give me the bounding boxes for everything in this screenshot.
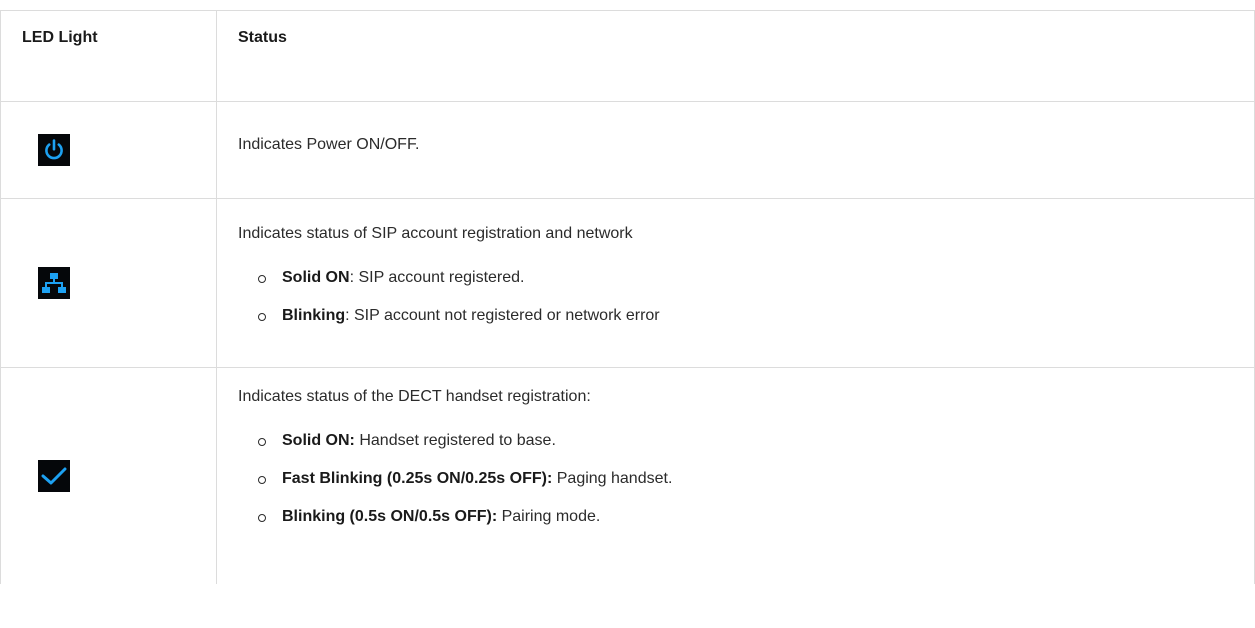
led-icon-cell <box>0 101 217 199</box>
state-label: Fast Blinking (0.25s ON/0.25s OFF): <box>282 470 553 487</box>
state-text: Handset registered to base. <box>354 432 556 449</box>
power-icon <box>38 134 70 166</box>
led-icon-cell <box>0 198 217 368</box>
led-status-table: LED Light Status Indicates Power ON/OFF. <box>0 10 1255 584</box>
state-text: : SIP account registered. <box>349 269 525 286</box>
state-text: Paging handset. <box>552 470 673 487</box>
status-description: Indicates Power ON/OFF. <box>238 136 420 153</box>
table-row: Indicates status of SIP account registra… <box>0 198 1255 368</box>
table-row: Indicates Power ON/OFF. <box>0 101 1255 199</box>
status-cell: Indicates Power ON/OFF. <box>216 101 1255 199</box>
table-header-row: LED Light Status <box>0 10 1255 102</box>
state-label: Blinking <box>282 307 346 324</box>
state-list: Solid ON: Handset registered to base. Fa… <box>238 430 1238 528</box>
status-cell: Indicates status of the DECT handset reg… <box>216 367 1255 584</box>
state-text: Pairing mode. <box>497 508 601 525</box>
table-row: Indicates status of the DECT handset reg… <box>0 367 1255 584</box>
status-cell: Indicates status of SIP account registra… <box>216 198 1255 368</box>
list-item: Solid ON: SIP account registered. <box>258 267 1238 289</box>
led-icon-cell <box>0 367 217 584</box>
state-list: Solid ON: SIP account registered. Blinki… <box>238 267 1238 327</box>
list-item: Blinking: SIP account not registered or … <box>258 305 1238 327</box>
state-label: Blinking (0.5s ON/0.5s OFF): <box>282 508 498 525</box>
checkmark-icon <box>38 460 70 492</box>
status-description: Indicates status of the DECT handset reg… <box>238 388 591 405</box>
state-text: : SIP account not registered or network … <box>345 307 660 324</box>
state-label: Solid ON <box>282 269 350 286</box>
status-description: Indicates status of SIP account registra… <box>238 225 633 242</box>
list-item: Blinking (0.5s ON/0.5s OFF): Pairing mod… <box>258 506 1238 528</box>
network-icon <box>38 267 70 299</box>
header-status: Status <box>216 10 1255 102</box>
state-label: Solid ON: <box>282 432 355 449</box>
list-item: Fast Blinking (0.25s ON/0.25s OFF): Pagi… <box>258 468 1238 490</box>
list-item: Solid ON: Handset registered to base. <box>258 430 1238 452</box>
header-led-light: LED Light <box>0 10 217 102</box>
